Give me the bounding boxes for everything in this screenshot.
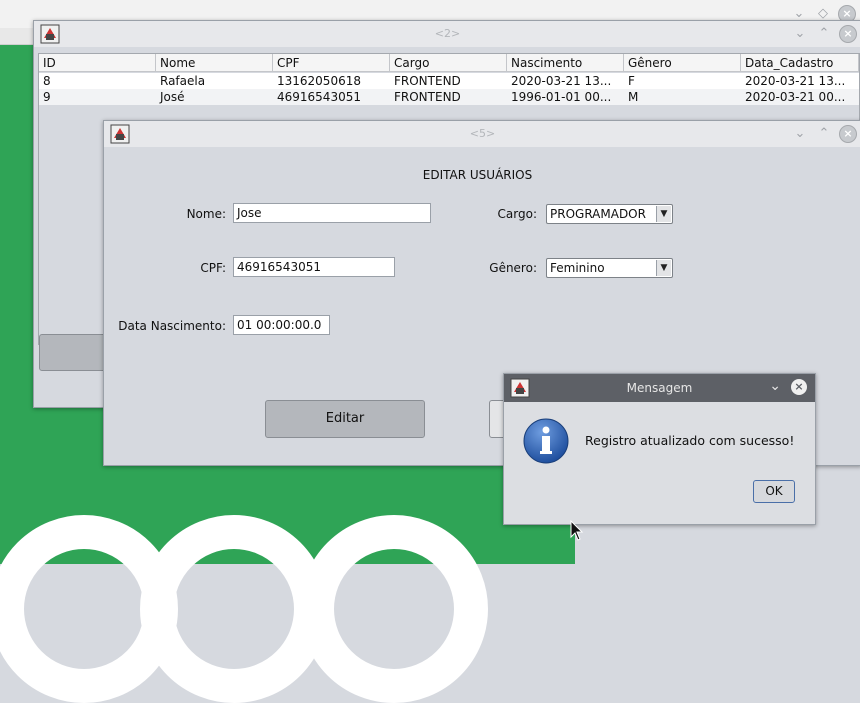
minimize-icon[interactable]: ⌄ [791,25,809,43]
editar-button[interactable]: Editar [265,400,425,438]
genero-selected-value: Feminino [550,261,605,275]
genero-label: Gênero: [489,261,537,275]
table-cell: 13162050618 [277,74,361,88]
window-title: <5> [469,127,496,140]
wallpaper-shape [300,515,488,703]
table-cell: 1996-01-01 00... [511,90,612,104]
users-window-titlebar[interactable]: <2> ⌄ ⌃ × [34,21,860,47]
column-header-data-cadastro[interactable]: Data_Cadastro [741,54,859,72]
column-header-nascimento[interactable]: Nascimento [507,54,624,72]
genero-select[interactable]: Feminino ▼ [546,258,673,278]
column-header-genero[interactable]: Gênero [624,54,741,72]
data-nascimento-field[interactable]: 01 00:00:00.0 [233,315,330,335]
background-window-edge [0,28,34,45]
chevron-down-icon[interactable]: ▼ [656,260,671,276]
edit-window-titlebar[interactable]: <5> ⌄ ⌃ × [104,121,860,147]
cpf-label: CPF: [200,261,226,275]
form-heading: EDITAR USUÁRIOS [422,168,533,182]
cargo-label: Cargo: [497,207,537,221]
table-cell: 46916543051 [277,90,361,104]
maximize-icon[interactable]: ⌃ [815,25,833,43]
cargo-selected-value: PROGRAMADOR [550,207,646,221]
column-header-cpf[interactable]: CPF [273,54,390,72]
table-cell: 8 [43,74,51,88]
ok-button[interactable]: OK [753,480,795,503]
information-icon [522,417,570,468]
mouse-cursor-icon [570,519,584,545]
data-nascimento-label: Data Nascimento: [118,319,226,333]
table-cell: Rafaela [160,74,206,88]
table-cell: 2020-03-21 00... [745,90,846,104]
column-header-nome[interactable]: Nome [156,54,273,72]
cpf-field[interactable]: 46916543051 [233,257,395,277]
table-cell: José [160,90,185,104]
nome-field[interactable]: Jose [233,203,431,223]
minimize-icon[interactable]: ⌄ [791,125,809,143]
table-cell: M [628,90,639,104]
users-window-button[interactable] [39,334,109,371]
column-header-cargo[interactable]: Cargo [390,54,507,72]
table-cell: 9 [43,90,51,104]
message-dialog: Mensagem ⌄ × Registro atualizado com suc… [503,373,816,525]
chevron-down-icon[interactable]: ▼ [656,206,671,222]
nome-label: Nome: [186,207,226,221]
maximize-icon[interactable]: ⌃ [815,125,833,143]
close-icon[interactable]: × [791,379,807,395]
window-title: <2> [434,27,461,40]
table-cell: FRONTEND [394,74,461,88]
table-cell: 2020-03-21 13... [745,74,846,88]
minimize-icon[interactable]: ⌄ [769,378,781,394]
close-icon[interactable]: × [839,125,857,143]
table-cell: FRONTEND [394,90,461,104]
dialog-message: Registro atualizado com sucesso! [585,433,795,448]
cargo-select[interactable]: PROGRAMADOR ▼ [546,204,673,224]
close-icon[interactable]: × [839,25,857,43]
table-cell: 2020-03-21 13... [511,74,612,88]
column-header-id[interactable]: ID [39,54,156,72]
dialog-titlebar[interactable]: Mensagem ⌄ × [504,374,815,402]
table-cell: F [628,74,635,88]
